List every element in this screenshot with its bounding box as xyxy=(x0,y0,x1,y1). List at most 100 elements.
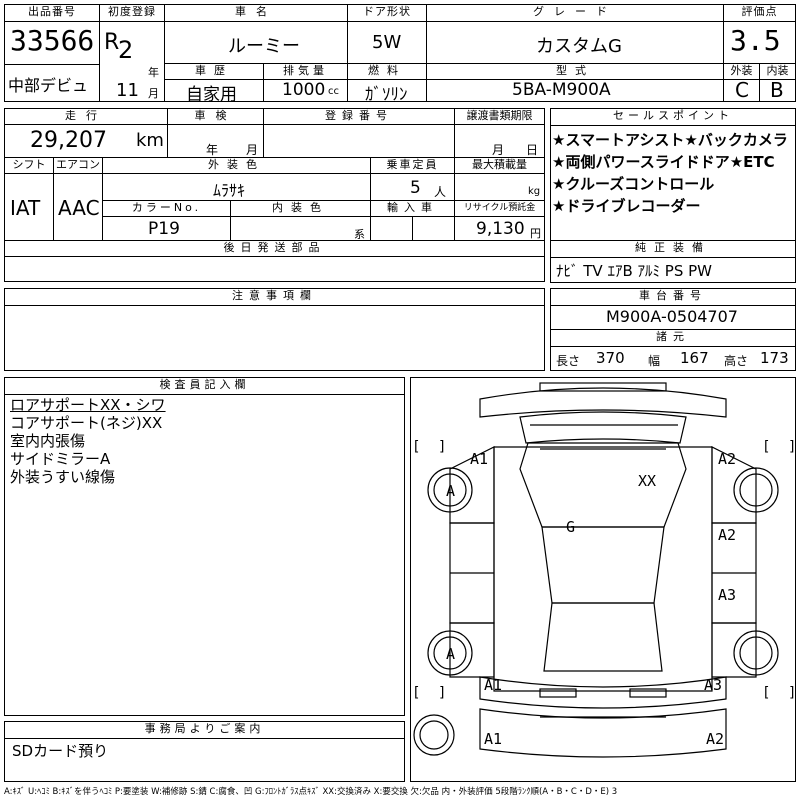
svg-text:]: ] xyxy=(788,439,796,455)
mark-left-front-wheel: A xyxy=(446,482,456,500)
mark-bumper-left: A1 xyxy=(484,730,503,748)
equipment-value: ﾅﾋﾞ TV ｴｱB ｱﾙﾐ PS PW xyxy=(556,262,712,280)
svg-text:[: [ xyxy=(762,439,770,455)
recycle-value: 9,130 xyxy=(476,219,525,239)
car-name: ルーミー xyxy=(228,36,300,57)
month-unit: 月 xyxy=(148,87,159,100)
chassis-value: M900A-0504707 xyxy=(606,307,738,326)
mark-right-door-rear: A3 xyxy=(718,586,737,604)
history-label: 車歴 xyxy=(164,63,264,80)
capacity-unit: 人 xyxy=(434,185,447,199)
int-value: B xyxy=(770,78,784,102)
color-value: ﾑﾗｻｷ xyxy=(213,181,246,200)
mileage-value: 29,207 xyxy=(30,128,107,153)
door-label: ドア形状 xyxy=(347,4,427,22)
office-value: SDカード預り xyxy=(12,742,109,760)
spec-label: 諸元 xyxy=(550,329,796,347)
height-value: 173 xyxy=(760,349,789,367)
year-unit: 年 xyxy=(148,66,159,79)
car-name-label: 車名 xyxy=(164,4,348,22)
insp-year-unit: 年 xyxy=(206,143,219,157)
fuel-label: 燃料 xyxy=(347,63,427,80)
transfer-label: 譲渡書類期限 xyxy=(454,108,545,125)
width-value: 167 xyxy=(680,349,709,367)
mark-windshield: G xyxy=(566,518,576,536)
car-outline-svg: [] [] [] [] xyxy=(412,382,796,758)
ac-value: AAC xyxy=(58,196,100,220)
mark-left-rear-wheel: A xyxy=(446,645,456,663)
color-no-label: カラーNo. xyxy=(102,200,231,217)
import-label: 輸入車 xyxy=(370,200,455,217)
transfer-month-unit: 月 xyxy=(492,143,505,157)
import-cell-a xyxy=(370,216,413,241)
color-label: 外装色 xyxy=(102,157,371,174)
model-value: 5BA-M900A xyxy=(512,80,611,100)
inspector-line-5: 外装うすい線傷 xyxy=(10,468,116,486)
inspector-label: 検査員記入欄 xyxy=(4,377,405,395)
svg-text:[: [ xyxy=(412,685,420,701)
notes-cell xyxy=(4,305,545,371)
legend-footer: A:ｷｽﾞ U:ﾍｺﾐ B:ｷｽﾞを伴うﾍｺﾐ P:要塗装 W:補修跡 S:錆 … xyxy=(4,787,618,797)
reg-no-cell xyxy=(263,124,455,158)
displacement-unit: cc xyxy=(328,86,339,97)
era: R xyxy=(104,30,120,55)
color-no-value: P19 xyxy=(148,219,180,239)
recycle-label: リサイクル預託金 xyxy=(454,200,545,217)
sales-line-4: ★ドライブレコーダー xyxy=(552,197,701,215)
score-value: 3.5 xyxy=(730,24,781,57)
int-color-cell xyxy=(230,216,371,241)
mark-front-left: A1 xyxy=(470,450,489,468)
shift-label: シフト xyxy=(4,157,54,174)
lot-number: 33566 xyxy=(10,24,95,57)
svg-text:]: ] xyxy=(438,439,446,455)
svg-text:]: ] xyxy=(438,685,446,701)
mark-bumper-right: A2 xyxy=(706,730,725,748)
width-label: 幅 xyxy=(648,354,661,368)
mark-right-door-front: A2 xyxy=(718,526,737,544)
equipment-label: 純正装備 xyxy=(550,240,796,258)
height-label: 高さ xyxy=(724,354,749,368)
import-cell-b xyxy=(412,216,455,241)
later-parts-label: 後日発送部品 xyxy=(4,240,545,257)
mark-rear-left: A1 xyxy=(484,676,503,694)
grade-label: グレード xyxy=(426,4,724,22)
reg-month: 11 xyxy=(116,80,139,101)
int-color-label: 内装色 xyxy=(230,200,371,217)
displacement-label: 排気量 xyxy=(263,63,348,80)
transfer-day-unit: 日 xyxy=(526,143,539,157)
mark-front-right: A2 xyxy=(718,450,737,468)
svg-text:[: [ xyxy=(412,439,420,455)
sales-label: セールスポイント xyxy=(550,108,796,126)
later-parts-cell xyxy=(4,256,545,282)
svg-text:[: [ xyxy=(762,685,770,701)
ac-label: エアコン xyxy=(53,157,103,174)
length-label: 長さ xyxy=(556,354,581,368)
inspector-line-1: ロアサポートXX・シワ xyxy=(10,396,166,414)
mark-roof: XX xyxy=(638,472,657,490)
lot-label: 出品番号 xyxy=(4,4,100,22)
inspector-line-4: サイドミラーA xyxy=(10,450,111,468)
svg-text:]: ] xyxy=(788,685,796,701)
capacity-value: 5 xyxy=(410,178,421,198)
first-reg-label: 初度登録 xyxy=(99,4,165,22)
grade-value: カスタムG xyxy=(536,36,622,57)
notes-label: 注意事項欄 xyxy=(4,288,545,306)
inspection-label: 車検 xyxy=(167,108,264,125)
mark-rear-right: A3 xyxy=(704,676,723,694)
reg-year: 2 xyxy=(118,36,134,64)
recycle-unit: 円 xyxy=(530,227,541,240)
sales-line-3: ★クルーズコントロール xyxy=(552,175,715,193)
ext-value: C xyxy=(735,78,749,102)
mileage-unit: km xyxy=(136,130,164,151)
reg-no-label: 登録番号 xyxy=(263,108,455,125)
debut-text: 中部デビュ xyxy=(8,76,89,95)
inspector-line-2: コアサポート(ネジ)XX xyxy=(10,414,163,432)
model-label: 型式 xyxy=(426,63,724,80)
capacity-label: 乗車定員 xyxy=(370,157,455,174)
insp-month-unit: 月 xyxy=(246,143,259,157)
load-label: 最大積載量 xyxy=(454,157,545,174)
chassis-label: 車台番号 xyxy=(550,288,796,306)
mileage-label: 走行 xyxy=(4,108,168,125)
inspector-line-3: 室内内張傷 xyxy=(10,432,86,450)
office-label: 事務局よりご案内 xyxy=(4,721,405,739)
